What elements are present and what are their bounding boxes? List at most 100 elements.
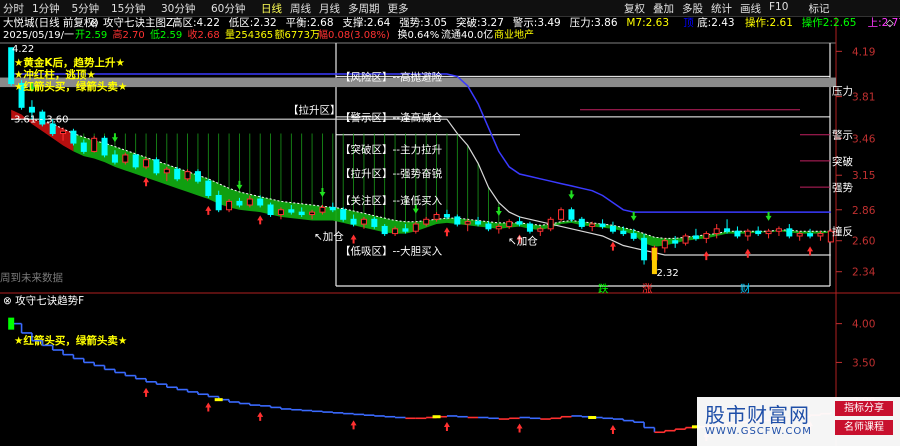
candle-body bbox=[277, 209, 284, 216]
candle-body bbox=[184, 171, 191, 180]
quote-item: 商业地产 bbox=[494, 28, 534, 41]
candle-body bbox=[122, 154, 129, 163]
candle-body bbox=[288, 209, 295, 213]
price-label-high: 4.22 bbox=[12, 44, 34, 55]
quote-item: 额6773万 bbox=[275, 28, 320, 41]
candle-body bbox=[672, 240, 679, 244]
candle-body bbox=[267, 204, 274, 216]
level-tag: 压力 bbox=[832, 85, 853, 98]
trend-highlight bbox=[588, 416, 597, 420]
candle-body bbox=[174, 168, 181, 180]
candle-body bbox=[692, 235, 699, 239]
candle-body bbox=[817, 233, 824, 237]
candle-body bbox=[537, 228, 544, 232]
candle-body bbox=[516, 221, 523, 225]
indicator-readout: 上:2.77 bbox=[868, 17, 900, 29]
candle-body bbox=[319, 206, 326, 213]
candle-body bbox=[433, 214, 440, 220]
candle-body bbox=[786, 228, 793, 237]
price-label-mid: 3.61 - 3.60 bbox=[14, 114, 69, 125]
y-tick-label: 2.86 bbox=[852, 205, 876, 217]
indicator-readout: 突破:3.27 bbox=[456, 16, 504, 29]
candle-body bbox=[506, 221, 513, 227]
candle-body bbox=[163, 168, 170, 174]
quote-item: 开2.59 bbox=[75, 30, 107, 41]
level-tag: 强势 bbox=[832, 181, 853, 194]
candle-body bbox=[101, 137, 108, 156]
candle-body bbox=[734, 230, 741, 237]
candle-body bbox=[796, 233, 803, 237]
indicator-readout: 支撑:2.64 bbox=[342, 16, 390, 29]
candle-body bbox=[215, 194, 222, 211]
zone-label: 【警示区】--逢高减仓 bbox=[340, 111, 443, 124]
indicator-readout: 低区:2.32 bbox=[229, 16, 277, 29]
bottom-label-zhang: 涨 bbox=[642, 283, 653, 295]
candle-body bbox=[703, 233, 710, 239]
candle-body bbox=[392, 228, 399, 235]
candle-body bbox=[765, 230, 772, 235]
quote-item: 幅0.08(3.08%) bbox=[318, 28, 390, 41]
candle-body bbox=[609, 225, 616, 232]
candle-body bbox=[205, 180, 212, 196]
quote-item: 高2.70 bbox=[113, 28, 145, 41]
candle-body bbox=[340, 209, 347, 220]
indicator-readout: 强势:3.05 bbox=[399, 16, 447, 29]
signal-text: ★冲红柱，逃顶★ bbox=[14, 68, 96, 81]
candle-body bbox=[661, 240, 668, 249]
sub-signal-text: ★红箭头买，绿箭头卖★ bbox=[14, 334, 127, 347]
candle-body bbox=[558, 209, 565, 220]
candle-body bbox=[620, 230, 627, 235]
zone-label: 【拉升区】--强势奋锐 bbox=[340, 167, 443, 180]
candle-body bbox=[360, 218, 367, 225]
main-candlestick-chart: 4.19 3.81 3.46 3.15 2.86 2.60 2.34 ⊗ 攻守七诀趋势F ★红… bbox=[0, 16, 900, 446]
watermark-tag-share[interactable]: 指标分享 bbox=[835, 401, 893, 416]
sub-y-tick-label: 4.00 bbox=[852, 319, 875, 331]
candle-body bbox=[454, 216, 461, 225]
candle-body bbox=[755, 230, 762, 235]
candle-body bbox=[744, 230, 751, 237]
quote-item: 量254365 bbox=[225, 29, 273, 41]
bottom-label-die: 跌 bbox=[598, 282, 609, 295]
candle-body bbox=[568, 209, 575, 220]
candle-body bbox=[807, 233, 814, 237]
y-tick-label: 3.81 bbox=[852, 92, 875, 104]
candle-body bbox=[236, 200, 243, 206]
watermark-tag-course[interactable]: 名师课程 bbox=[835, 420, 893, 435]
candle-body bbox=[350, 218, 357, 225]
diamond-icon: ◇ bbox=[886, 18, 894, 29]
candle-body bbox=[132, 154, 139, 168]
indicator-readout: 平衡:2.68 bbox=[286, 17, 334, 29]
watermark-url: WWW.GSCFW.COM bbox=[705, 426, 812, 437]
candle-body bbox=[91, 137, 98, 152]
indicator-name: 攻守七诀主图Z bbox=[103, 16, 173, 29]
candle-body bbox=[589, 223, 596, 227]
candle-body bbox=[153, 159, 160, 174]
zone-label: 【突破区】--主力拉升 bbox=[340, 143, 442, 156]
sub-y-tick-label: 3.50 bbox=[852, 357, 875, 369]
candle-body bbox=[724, 228, 731, 232]
jiacang-label-2: ↖加仓 bbox=[508, 235, 538, 248]
y-tick-label: 2.34 bbox=[852, 267, 876, 279]
indicator-readout: 警示:3.49 bbox=[513, 16, 561, 29]
candle-body bbox=[226, 200, 233, 211]
candle-body bbox=[111, 154, 118, 163]
candle-body bbox=[485, 223, 492, 230]
zone-label: 【低吸区】--大胆买入 bbox=[340, 244, 443, 257]
bottom-label-cai: 财 bbox=[740, 282, 751, 295]
candle-body bbox=[713, 228, 720, 235]
candle-body bbox=[402, 228, 409, 232]
quote-item: 收2.68 bbox=[188, 28, 220, 41]
quote-item: 流通40.0亿 bbox=[441, 28, 493, 41]
candle-body bbox=[309, 211, 316, 216]
candle-body bbox=[381, 225, 388, 235]
candle-body bbox=[682, 235, 689, 244]
trend-start-marker bbox=[8, 317, 15, 330]
candle-body bbox=[246, 198, 253, 206]
candle-body bbox=[599, 223, 606, 227]
indicator-readout: 顶 bbox=[683, 17, 694, 29]
indicator-readout: 底:2.43 bbox=[697, 16, 734, 29]
indicator-readout: 压力:3.86 bbox=[570, 16, 618, 29]
candle-body bbox=[547, 218, 554, 230]
candle-body bbox=[578, 218, 585, 227]
candle-body bbox=[775, 228, 782, 232]
